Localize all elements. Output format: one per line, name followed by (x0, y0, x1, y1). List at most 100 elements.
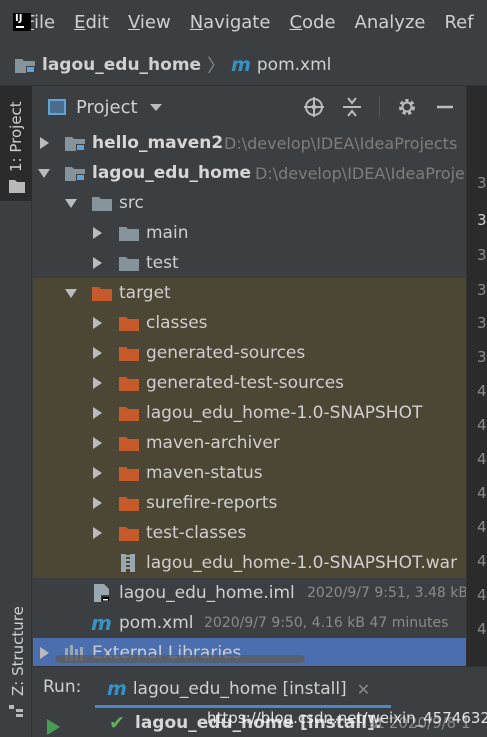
line-number: 4 (477, 552, 487, 570)
tree-label: main (146, 223, 189, 243)
tree-label: lagou_edu_home (92, 163, 252, 183)
tree-row-snapshot-dir[interactable]: lagou_edu_home-1.0-SNAPSHOT (33, 398, 466, 428)
excluded-folder-icon (92, 286, 112, 301)
collapse-arrow-icon[interactable] (64, 286, 78, 300)
line-number: 4 (477, 450, 487, 468)
line-number: 4 (477, 518, 487, 536)
menu-refactor[interactable]: Ref (444, 12, 473, 33)
gear-icon[interactable] (396, 96, 418, 118)
expand-arrow-icon[interactable] (90, 226, 104, 240)
breadcrumb-file[interactable]: pom.xml (257, 55, 332, 75)
locate-icon[interactable] (303, 96, 325, 118)
expand-arrow-icon[interactable] (90, 316, 104, 330)
run-tab[interactable]: m lagou_edu_home [install] ✕ (107, 673, 370, 705)
left-tool-strip: 1: Project Z: Structure (0, 86, 32, 737)
folder-icon (92, 196, 112, 211)
expand-arrow-icon[interactable] (90, 466, 104, 480)
editor-gutter: 3 3 3 3 3 3 4 4 4 4 4 4 4 4 (466, 86, 487, 666)
line-number: 3 (477, 314, 487, 332)
project-panel-title[interactable]: Project (76, 97, 138, 118)
tree-label: surefire-reports (146, 493, 278, 513)
tree-row-maven-status[interactable]: maven-status (33, 458, 466, 488)
tree-label: lagou_edu_home.iml (119, 583, 295, 603)
expand-arrow-icon[interactable] (90, 436, 104, 450)
tree-meta: 2020/9/7 9:50, 4.16 kB 47 minutes (204, 615, 449, 631)
tree-row-pom[interactable]: m pom.xml 2020/9/7 9:50, 4.16 kB 47 minu… (33, 608, 466, 638)
excluded-folder-icon (119, 376, 139, 391)
tree-label: test-classes (146, 523, 247, 543)
line-number: 3 (477, 211, 487, 229)
expand-arrow-icon[interactable] (37, 646, 51, 660)
tree-label: src (119, 193, 144, 213)
tree-label: generated-sources (146, 343, 306, 363)
tree-row-generated-test-sources[interactable]: generated-test-sources (33, 368, 466, 398)
structure-tab-label[interactable]: Z: Structure (9, 606, 27, 696)
tree-label: hello_maven2 (92, 133, 224, 153)
expand-arrow-icon[interactable] (90, 256, 104, 270)
collapse-all-icon[interactable] (341, 96, 363, 118)
expand-arrow-icon[interactable] (90, 496, 104, 510)
menu-bar: IJ File Edit View Navigate Code Analyze … (0, 0, 487, 44)
project-panel: Project hello_maven2 D:\develop\IDEA\Ide… (33, 86, 466, 666)
menu-navigate[interactable]: Navigate (190, 12, 271, 33)
tree-row-maven-archiver[interactable]: maven-archiver (33, 428, 466, 458)
module-folder-icon (15, 58, 35, 73)
expand-arrow-icon[interactable] (37, 136, 51, 150)
run-tab-title: lagou_edu_home [install] (132, 679, 347, 699)
line-number: 3 (477, 174, 487, 192)
tree-row-classes[interactable]: classes (33, 308, 466, 338)
menu-analyze[interactable]: Analyze (355, 12, 426, 33)
view-dropdown-icon[interactable] (149, 103, 162, 111)
project-view-icon (48, 99, 66, 115)
run-panel: Run: m lagou_edu_home [install] ✕ ✔ lago… (33, 666, 487, 737)
menu-code[interactable]: Code (289, 12, 335, 33)
tree-label: pom.xml (119, 613, 194, 633)
expand-arrow-icon[interactable] (90, 376, 104, 390)
breadcrumb-project[interactable]: lagou_edu_home (42, 55, 201, 75)
tree-row-hello-maven2[interactable]: hello_maven2 D:\develop\IDEA\IdeaProject… (33, 128, 466, 158)
hide-panel-icon[interactable] (434, 96, 456, 118)
horizontal-scrollbar[interactable] (55, 655, 305, 663)
tree-row-generated-sources[interactable]: generated-sources (33, 338, 466, 368)
excluded-folder-icon (119, 466, 139, 481)
maven-icon: m (107, 678, 127, 700)
tree-row-surefire-reports[interactable]: surefire-reports (33, 488, 466, 518)
line-number: 3 (477, 281, 487, 299)
tree-row-target[interactable]: target (33, 278, 466, 308)
tree-row-src[interactable]: src (33, 188, 466, 218)
collapse-arrow-icon[interactable] (37, 166, 51, 180)
maven-file-icon: m (91, 611, 112, 635)
line-number: 3 (477, 246, 487, 264)
tree-row-main[interactable]: main (33, 218, 466, 248)
collapse-arrow-icon[interactable] (64, 196, 78, 210)
header-divider (379, 96, 380, 118)
project-panel-header: Project (33, 86, 466, 128)
active-tab-indicator (95, 705, 391, 708)
tree-row-lagou-edu-home[interactable]: lagou_edu_home D:\develop\IDEA\IdeaProje… (33, 158, 466, 188)
line-number: 4 (477, 620, 487, 638)
tree-label: lagou_edu_home-1.0-SNAPSHOT (146, 403, 423, 423)
tree-label: maven-status (146, 463, 263, 483)
expand-arrow-icon[interactable] (90, 406, 104, 420)
tree-row-iml-file[interactable]: lagou_edu_home.iml 2020/9/7 9:51, 3.48 k… (33, 578, 466, 608)
folder-icon (119, 256, 139, 271)
iml-file-icon (94, 584, 110, 602)
expand-arrow-icon[interactable] (90, 346, 104, 360)
tree-row-war-file[interactable]: lagou_edu_home-1.0-SNAPSHOT.war (33, 548, 466, 578)
tree-label: generated-test-sources (146, 373, 345, 393)
tree-label: maven-archiver (146, 433, 280, 453)
excluded-folder-icon (119, 436, 139, 451)
close-icon[interactable]: ✕ (357, 680, 370, 699)
run-label: Run: (43, 677, 82, 697)
tree-row-test[interactable]: test (33, 248, 466, 278)
menu-view[interactable]: View (128, 12, 171, 33)
excluded-folder-icon (119, 346, 139, 361)
tree-row-test-classes[interactable]: test-classes (33, 518, 466, 548)
run-play-icon[interactable] (47, 719, 60, 735)
folder-icon (119, 226, 139, 241)
line-number: 3 (477, 348, 487, 366)
excluded-folder-icon (119, 526, 139, 541)
menu-edit[interactable]: Edit (74, 12, 109, 33)
project-tab-label: 1: Project (7, 101, 25, 172)
expand-arrow-icon[interactable] (90, 526, 104, 540)
